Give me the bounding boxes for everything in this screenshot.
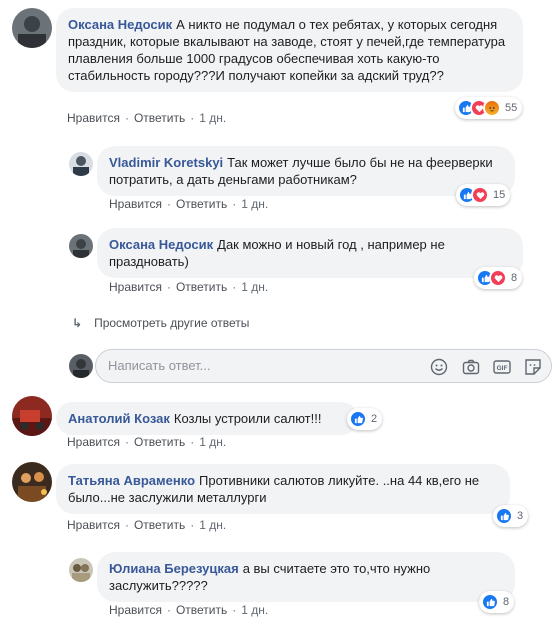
comment-actions: Нравится · Ответить · 1 дн. bbox=[67, 518, 227, 532]
reactions-summary[interactable]: 2 bbox=[347, 408, 383, 430]
like-button[interactable]: Нравится bbox=[109, 280, 162, 294]
comment-actions: Нравится · Ответить · 1 дн. bbox=[67, 435, 227, 449]
timestamp[interactable]: 1 дн. bbox=[241, 197, 268, 211]
reply-composer: GIF bbox=[95, 349, 552, 383]
comment-bubble: Vladimir Koretskyi Так может лучше было б… bbox=[97, 146, 515, 196]
timestamp[interactable]: 1 дн. bbox=[241, 280, 268, 294]
like-button[interactable]: Нравится bbox=[67, 111, 120, 125]
comment-bubble: Анатолий Козак Козлы устроили салют!!! bbox=[56, 402, 358, 435]
reply-arrow-icon: ↳ bbox=[72, 316, 83, 330]
view-more-replies-label: Просмотреть другие ответы bbox=[94, 316, 250, 330]
comment-bubble: Юлиана Березуцкая а вы считаете это то,чт… bbox=[97, 552, 515, 602]
comment-actions: Нравится · Ответить · 1 дн. bbox=[109, 603, 269, 617]
comment-author[interactable]: Юлиана Березуцкая bbox=[109, 561, 239, 576]
camera-icon[interactable] bbox=[462, 358, 480, 376]
avatar[interactable] bbox=[12, 8, 52, 48]
avatar[interactable] bbox=[12, 396, 52, 436]
comment-bubble: Оксана Недосик Дак можно и новый год , на… bbox=[97, 228, 523, 278]
like-reaction-icon bbox=[481, 593, 499, 611]
timestamp[interactable]: 1 дн. bbox=[199, 518, 226, 532]
avatar[interactable] bbox=[69, 234, 93, 258]
like-reaction-icon bbox=[349, 410, 367, 428]
reaction-count: 8 bbox=[511, 272, 518, 284]
avatar[interactable] bbox=[69, 152, 93, 176]
reply-button[interactable]: Ответить bbox=[134, 111, 185, 125]
reaction-count: 8 bbox=[503, 596, 510, 608]
timestamp[interactable]: 1 дн. bbox=[199, 435, 226, 449]
comment-author[interactable]: Оксана Недосик bbox=[68, 17, 172, 32]
comment-bubble: Оксана Недосик А никто не подумал о тех р… bbox=[56, 8, 523, 92]
reactions-summary[interactable]: 55 bbox=[455, 97, 523, 119]
comment-text: Козлы устроили салют!!! bbox=[173, 411, 322, 426]
comment-author[interactable]: Татьяна Авраменко bbox=[68, 473, 195, 488]
timestamp[interactable]: 1 дн. bbox=[241, 603, 268, 617]
comment-author[interactable]: Анатолий Козак bbox=[68, 411, 170, 426]
reaction-count: 2 bbox=[371, 413, 378, 425]
reactions-summary[interactable]: 8 bbox=[474, 267, 523, 289]
sticker-icon[interactable] bbox=[524, 358, 542, 376]
like-button[interactable]: Нравится bbox=[109, 603, 162, 617]
comment-actions: Нравится · Ответить · 1 дн. bbox=[109, 280, 269, 294]
comment-actions: Нравится · Ответить · 1 дн. bbox=[67, 111, 227, 125]
reaction-count: 55 bbox=[505, 102, 518, 114]
comment-bubble: Татьяна Авраменко Противники салютов лику… bbox=[56, 464, 510, 514]
love-reaction-icon bbox=[471, 186, 489, 204]
reaction-count: 15 bbox=[493, 189, 506, 201]
avatar[interactable] bbox=[69, 558, 93, 582]
emoji-icon[interactable] bbox=[430, 358, 448, 376]
reactions-summary[interactable]: 15 bbox=[456, 184, 511, 206]
reactions-summary[interactable]: 3 bbox=[493, 505, 529, 527]
reply-button[interactable]: Ответить bbox=[176, 280, 227, 294]
reply-button[interactable]: Ответить bbox=[176, 197, 227, 211]
like-button[interactable]: Нравится bbox=[109, 197, 162, 211]
reply-input[interactable] bbox=[108, 358, 408, 373]
current-user-avatar[interactable] bbox=[69, 354, 93, 378]
like-button[interactable]: Нравится bbox=[67, 435, 120, 449]
reaction-count: 3 bbox=[517, 510, 524, 522]
view-more-replies-link[interactable]: ↳ Просмотреть другие ответы bbox=[72, 316, 249, 330]
svg-text:GIF: GIF bbox=[497, 365, 508, 372]
reply-button[interactable]: Ответить bbox=[134, 435, 185, 449]
reply-button[interactable]: Ответить bbox=[134, 518, 185, 532]
reactions-summary[interactable]: 8 bbox=[479, 591, 515, 613]
angry-reaction-icon bbox=[483, 99, 501, 117]
avatar[interactable] bbox=[12, 462, 52, 502]
comment-author[interactable]: Vladimir Koretskyi bbox=[109, 155, 223, 170]
like-reaction-icon bbox=[495, 507, 513, 525]
comment-actions: Нравится · Ответить · 1 дн. bbox=[109, 197, 269, 211]
like-button[interactable]: Нравится bbox=[67, 518, 120, 532]
reply-button[interactable]: Ответить bbox=[176, 603, 227, 617]
timestamp[interactable]: 1 дн. bbox=[199, 111, 226, 125]
gif-icon[interactable]: GIF bbox=[493, 358, 511, 376]
comment-author[interactable]: Оксана Недосик bbox=[109, 237, 213, 252]
love-reaction-icon bbox=[489, 269, 507, 287]
